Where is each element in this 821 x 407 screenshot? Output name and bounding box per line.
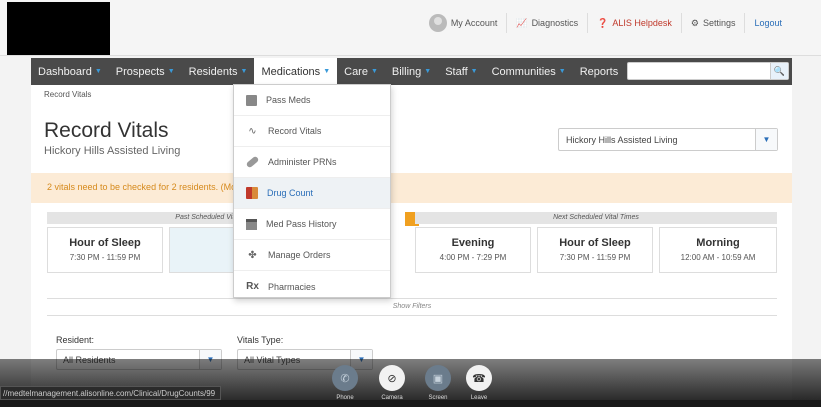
- menu-item-label: Pharmacies: [268, 281, 316, 292]
- nav-label: Residents: [188, 65, 238, 78]
- page-title: Record Vitals: [44, 119, 169, 142]
- chevron-down-icon: ▼: [424, 68, 432, 75]
- nav-label: Billing: [391, 65, 422, 78]
- helpdesk-label: ALIS Helpdesk: [612, 18, 672, 28]
- status-url: //medtelmanagement.alisonline.com/Clinic…: [0, 386, 222, 400]
- settings-link[interactable]: ⚙ Settings: [680, 13, 745, 33]
- menu-item-label: Administer PRNs: [268, 157, 337, 167]
- search-input[interactable]: 🔍: [627, 62, 789, 80]
- settings-label: Settings: [702, 18, 736, 28]
- top-header: My Account 📈 Diagnostics ❓ ALIS Helpdesk…: [0, 0, 821, 56]
- history-icon: [246, 218, 257, 230]
- time-card[interactable]: Morning 12:00 AM - 10:59 AM: [659, 227, 777, 273]
- menu-item-label: Pass Meds: [266, 95, 311, 105]
- chevron-down-icon: ▼: [167, 68, 175, 75]
- gear-icon: ⚙: [690, 17, 699, 28]
- nav-dashboard[interactable]: Dashboard ▼: [31, 58, 109, 85]
- breadcrumb: Record Vitals: [44, 90, 92, 99]
- nav-care[interactable]: Care ▼: [337, 58, 385, 85]
- nav-label: Care: [344, 65, 368, 78]
- chart-icon: 📈: [516, 17, 528, 28]
- chevron-down-icon: ▼: [558, 68, 566, 75]
- leave-call-icon[interactable]: ☎: [466, 365, 492, 391]
- nav-label: Staff: [445, 65, 468, 78]
- my-account-label: My Account: [450, 18, 498, 28]
- rx-icon: Rx: [246, 281, 259, 292]
- time-card-range: 12:00 AM - 10:59 AM: [680, 253, 756, 262]
- time-card[interactable]: Hour of Sleep 7:30 PM - 11:59 PM: [47, 227, 163, 273]
- vitals-alert: 2 vitals need to be checked for 2 reside…: [31, 173, 792, 203]
- diagnostics-label: Diagnostics: [531, 18, 579, 28]
- time-card-name: Hour of Sleep: [559, 237, 631, 249]
- chevron-down-icon: ▼: [240, 68, 248, 75]
- time-card-name: Morning: [696, 237, 740, 249]
- nav-label: Reports: [579, 65, 619, 78]
- time-card-range: 7:30 PM - 11:59 PM: [69, 253, 141, 262]
- menu-item-record-vitals[interactable]: ∿ Record Vitals: [234, 116, 390, 147]
- bottom-strip: [0, 400, 821, 407]
- pass-meds-icon: [246, 94, 257, 106]
- time-card-name: Hour of Sleep: [69, 237, 141, 249]
- logout-link[interactable]: Logout: [744, 13, 791, 33]
- nav-billing[interactable]: Billing ▼: [385, 58, 438, 85]
- chevron-down-icon: ▼: [323, 68, 331, 75]
- time-card[interactable]: Evening 4:00 PM - 7:29 PM: [415, 227, 531, 273]
- main-nav: Dashboard ▼ Prospects ▼ Residents ▼ Medicat…: [31, 58, 792, 85]
- phone-icon[interactable]: ✆: [332, 365, 358, 391]
- menu-item-label: Drug Count: [267, 188, 314, 198]
- next-times-header: Next Scheduled Vital Times: [415, 212, 777, 224]
- nav-prospects[interactable]: Prospects ▼: [109, 58, 182, 85]
- vitals-icon: ∿: [248, 125, 257, 137]
- diagnostics-link[interactable]: 📈 Diagnostics: [506, 13, 587, 33]
- menu-item-label: Manage Orders: [268, 250, 331, 260]
- menu-item-pharmacies[interactable]: Rx Pharmacies: [234, 271, 390, 302]
- page-subtitle: Hickory Hills Assisted Living: [44, 145, 181, 157]
- nav-label: Dashboard: [38, 65, 92, 78]
- time-card-name: Evening: [451, 237, 495, 249]
- nav-residents[interactable]: Residents ▼: [182, 58, 255, 85]
- menu-item-drug-count[interactable]: Drug Count: [234, 178, 390, 209]
- nav-staff[interactable]: Staff ▼: [438, 58, 484, 85]
- vital-schedule: Past Scheduled Vital Times Next Schedule…: [47, 212, 777, 287]
- menu-item-manage-orders[interactable]: ✤ Manage Orders: [234, 240, 390, 271]
- chevron-down-icon: ▼: [94, 68, 102, 75]
- chevron-down-icon: ▼: [470, 68, 478, 75]
- help-circle-icon: ❓: [597, 17, 609, 28]
- nav-reports[interactable]: Reports: [573, 58, 626, 85]
- chevron-down-icon: ▼: [370, 68, 378, 75]
- screen-share-icon[interactable]: ▣: [425, 365, 451, 391]
- time-card[interactable]: Hour of Sleep 7:30 PM - 11:59 PM: [537, 227, 653, 273]
- avatar: [428, 14, 447, 32]
- logout-label: Logout: [754, 18, 782, 28]
- menu-item-label: Record Vitals: [268, 126, 322, 136]
- time-card-range: 4:00 PM - 7:29 PM: [439, 253, 507, 262]
- time-card-range: 7:30 PM - 11:59 PM: [559, 253, 631, 262]
- drug-count-icon: [246, 187, 258, 199]
- nav-communities[interactable]: Communities ▼: [485, 58, 573, 85]
- menu-item-administer-prns[interactable]: Administer PRNs: [234, 147, 390, 178]
- pill-icon: [245, 155, 260, 169]
- nav-label: Communities: [491, 65, 556, 78]
- resident-label: Resident:: [56, 335, 95, 345]
- nav-medications[interactable]: Medications ▼: [254, 58, 338, 85]
- menu-item-pass-meds[interactable]: Pass Meds: [234, 85, 390, 116]
- nav-label: Medications: [261, 65, 321, 78]
- nav-label: Prospects: [115, 65, 165, 78]
- menu-item-med-pass-history[interactable]: Med Pass History: [234, 209, 390, 240]
- helpdesk-link[interactable]: ❓ ALIS Helpdesk: [587, 13, 681, 33]
- vitals-type-label: Vitals Type:: [237, 335, 284, 345]
- camera-off-icon[interactable]: ⊘: [379, 365, 405, 391]
- my-account-link[interactable]: My Account: [420, 13, 507, 33]
- medications-menu: Pass Meds ∿ Record Vitals Administer PRN…: [233, 84, 391, 298]
- search-icon[interactable]: 🔍: [770, 63, 788, 79]
- top-links: My Account 📈 Diagnostics ❓ ALIS Helpdesk…: [420, 13, 791, 33]
- logo: [7, 2, 110, 55]
- community-select-value: Hickory Hills Assisted Living: [566, 135, 678, 145]
- community-select[interactable]: Hickory Hills Assisted Living ▼: [558, 128, 778, 151]
- chevron-down-icon: ▼: [755, 129, 777, 150]
- show-filters-toggle[interactable]: Show Filters: [47, 298, 777, 316]
- menu-item-label: Med Pass History: [266, 219, 337, 229]
- orders-icon: ✤: [248, 249, 257, 261]
